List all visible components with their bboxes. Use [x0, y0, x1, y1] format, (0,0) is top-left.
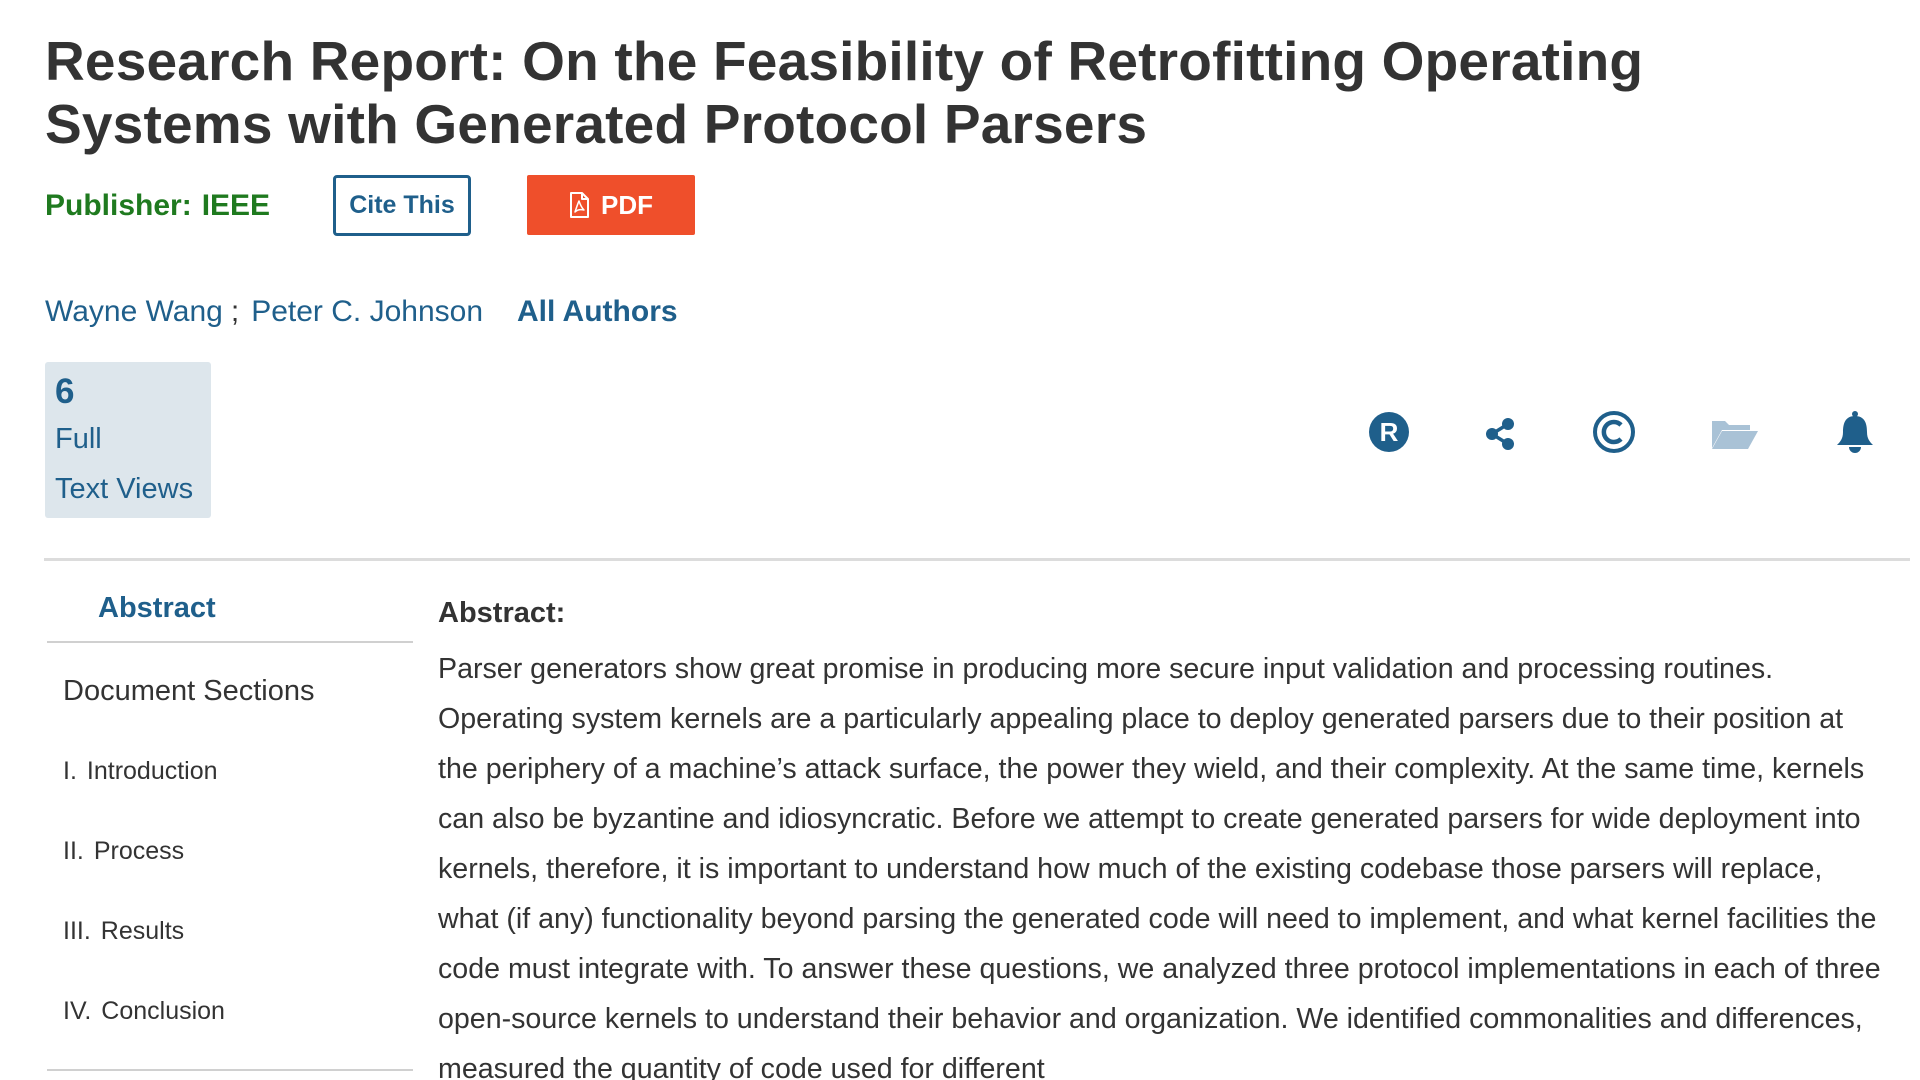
nav-section-results[interactable]: III. Results — [63, 917, 184, 946]
abstract-body: Parser generators show great promise in … — [438, 653, 1881, 1080]
full-text-views-metric[interactable]: 6 Full Text Views — [45, 362, 211, 518]
share-icon[interactable] — [1472, 406, 1528, 462]
pdf-button[interactable]: PDF — [527, 175, 695, 235]
nav-section-number: IV. — [63, 997, 92, 1025]
metric-label-line2: Text Views — [55, 473, 194, 505]
nav-section-label: Introduction — [86, 757, 218, 785]
folder-icon[interactable] — [1707, 406, 1763, 462]
abstract-heading: Abstract: — [438, 597, 566, 629]
author-separator: ; — [230, 295, 240, 328]
nav-section-label: Conclusion — [101, 997, 225, 1025]
rights-r-icon[interactable]: R — [1361, 404, 1417, 460]
metric-label-line1: Full — [55, 423, 102, 455]
nav-divider — [47, 641, 413, 643]
bell-icon[interactable] — [1827, 404, 1883, 460]
article-page: Research Report: On the Feasibility of R… — [0, 0, 1920, 1080]
nav-section-number: I. — [63, 757, 77, 785]
author-link[interactable]: Wayne Wang — [45, 295, 223, 329]
nav-section-conclusion[interactable]: IV. Conclusion — [63, 997, 225, 1026]
copyright-icon[interactable] — [1586, 404, 1642, 460]
document-sections-heading: Document Sections — [63, 675, 315, 707]
section-divider — [44, 558, 1910, 561]
author-list: Wayne Wang ; Peter C. Johnson All Author… — [45, 295, 678, 329]
nav-section-process[interactable]: II. Process — [63, 837, 184, 866]
nav-section-number: III. — [63, 917, 91, 945]
cite-this-button[interactable]: Cite This — [333, 175, 471, 236]
pdf-button-label: PDF — [601, 189, 653, 220]
svg-text:R: R — [1380, 417, 1399, 447]
nav-section-number: II. — [63, 837, 84, 865]
pdf-file-icon — [569, 192, 589, 218]
all-authors-link[interactable]: All Authors — [517, 295, 678, 329]
nav-abstract-link[interactable]: Abstract — [98, 592, 216, 625]
nav-section-label: Process — [93, 837, 185, 865]
nav-section-introduction[interactable]: I. Introduction — [63, 757, 218, 786]
nav-divider — [47, 1069, 413, 1071]
nav-section-label: Results — [100, 917, 185, 945]
author-link[interactable]: Peter C. Johnson — [251, 295, 483, 329]
publisher-label: Publisher: — [45, 189, 192, 222]
metric-count: 6 — [55, 372, 75, 411]
publisher: Publisher: IEEE — [45, 189, 270, 223]
page-title: Research Report: On the Feasibility of R… — [45, 30, 1644, 155]
publisher-value: IEEE — [201, 189, 271, 222]
